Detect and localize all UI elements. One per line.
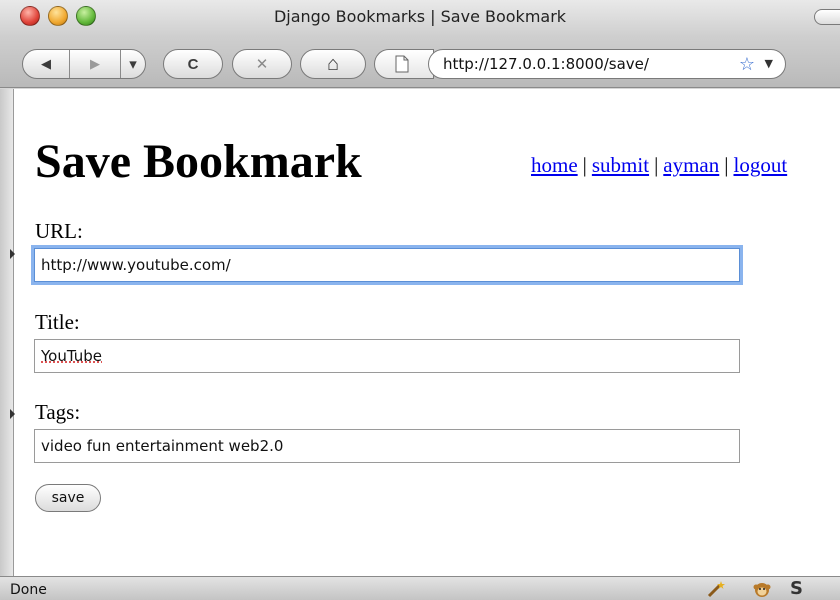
nav-separator: | <box>724 153 729 177</box>
nav-link-user[interactable]: ayman <box>663 153 719 177</box>
title-input-value: YouTube <box>41 347 102 365</box>
stop-icon: ✕ <box>255 56 269 73</box>
chevron-down-icon: ▾ <box>129 56 137 73</box>
page-title: Save Bookmark <box>35 135 362 188</box>
back-forward-group: ◀ ▶ ▾ <box>22 49 146 79</box>
home-icon: ⌂ <box>326 52 340 75</box>
forward-button[interactable]: ▶ <box>70 50 120 78</box>
history-dropdown-button[interactable]: ▾ <box>121 50 145 78</box>
reload-button[interactable]: C <box>163 49 223 79</box>
nav-link-logout[interactable]: logout <box>733 153 787 177</box>
nav-link-submit[interactable]: submit <box>592 153 649 177</box>
url-input[interactable] <box>34 248 740 282</box>
url-text: http://127.0.0.1:8000/save/ <box>443 55 649 73</box>
reload-icon: C <box>187 55 199 73</box>
top-nav: home | submit | ayman | logout <box>531 153 787 178</box>
tags-input[interactable] <box>34 429 740 463</box>
wand-icon[interactable] <box>706 579 726 599</box>
page-icon <box>395 55 409 73</box>
title-input[interactable]: YouTube <box>34 339 740 373</box>
status-bar: Done S <box>0 576 840 600</box>
url-bar[interactable]: http://127.0.0.1:8000/save/ ☆ ▼ <box>428 49 786 79</box>
browser-toolbar: ◀ ▶ ▾ C ✕ ⌂ http://127.0.0.1:8000/save/ … <box>0 36 840 88</box>
forward-arrow-icon: ▶ <box>90 56 100 71</box>
page-content: Save Bookmark home | submit | ayman | logout U… <box>0 89 840 576</box>
toolbar-toggle-icon[interactable] <box>814 9 840 25</box>
sidebar-splitter[interactable] <box>0 89 15 576</box>
stop-button[interactable]: ✕ <box>232 49 292 79</box>
site-identity-button[interactable] <box>374 49 434 79</box>
nav-separator: | <box>654 153 659 177</box>
title-label: Title: <box>35 310 80 334</box>
s-icon[interactable]: S <box>790 578 803 599</box>
url-label: URL: <box>35 219 83 243</box>
status-text: Done <box>10 582 47 598</box>
nav-separator: | <box>582 153 587 177</box>
monkey-icon[interactable] <box>752 579 772 599</box>
bookmark-star-icon[interactable]: ☆ <box>739 54 755 75</box>
home-button[interactable]: ⌂ <box>300 49 366 79</box>
tags-label: Tags: <box>35 400 81 424</box>
window-title: Django Bookmarks | Save Bookmark <box>273 7 567 26</box>
back-button[interactable]: ◀ <box>23 50 69 78</box>
save-button[interactable]: save <box>35 484 101 512</box>
window-titlebar: Django Bookmarks | Save Bookmark <box>0 0 840 36</box>
nav-link-home[interactable]: home <box>531 153 578 177</box>
back-arrow-icon: ◀ <box>41 56 51 71</box>
url-dropdown-icon[interactable]: ▼ <box>765 57 773 70</box>
